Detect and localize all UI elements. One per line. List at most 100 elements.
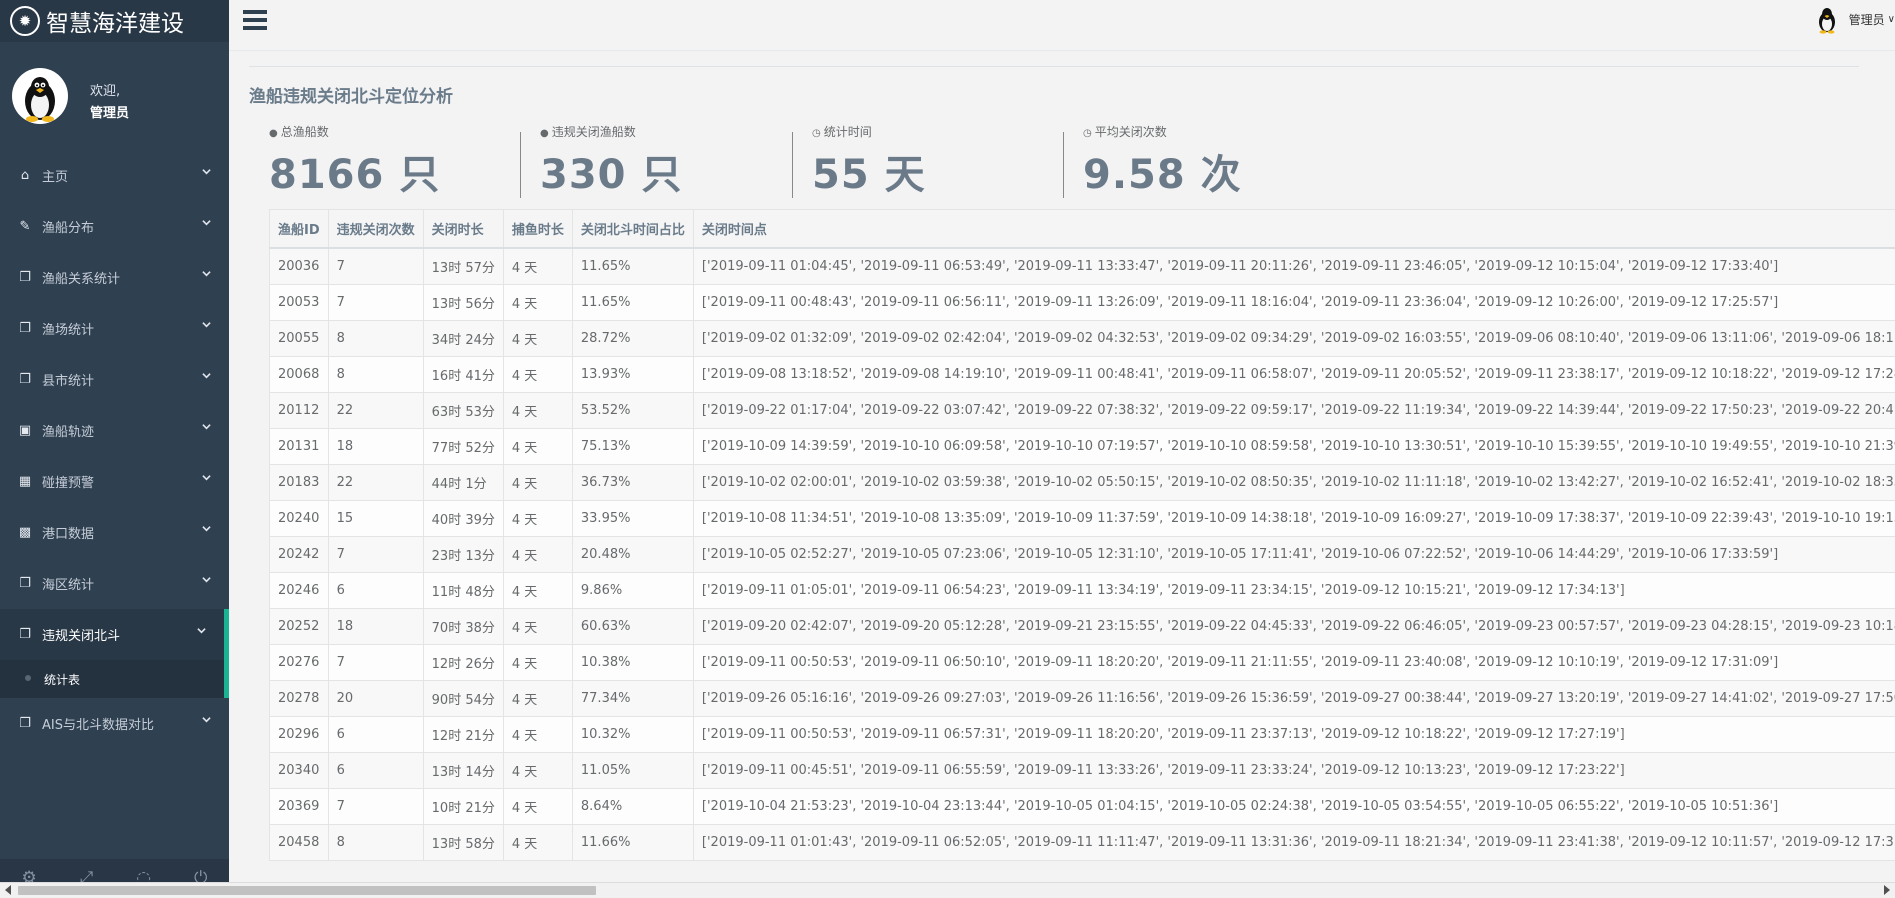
sidebar-item-5[interactable]: ▣渔船轨迹	[0, 405, 229, 456]
table-row[interactable]: 202521870时 38分4 天60.63%['2019-09-20 02:4…	[270, 608, 1895, 644]
stat-divider	[1063, 132, 1064, 198]
avatar[interactable]	[12, 68, 68, 124]
column-header[interactable]: 捕鱼时长	[503, 210, 572, 249]
sidebar-item-7[interactable]: ▩港口数据	[0, 507, 229, 558]
horizontal-scrollbar[interactable]	[0, 882, 1895, 898]
cell-closure-count: 6	[328, 716, 423, 752]
user-menu[interactable]: 管理员 ∨	[1813, 4, 1895, 34]
profile-username[interactable]: 管理员	[90, 102, 129, 121]
sidebar-item-10[interactable]: ❐AIS与北斗数据对比	[0, 698, 229, 749]
table-header-row: 渔船ID 违规关闭次数 关闭时长 捕鱼时长 关闭北斗时间占比 关闭时间点	[270, 210, 1895, 249]
cell-closed-ratio: 13.93%	[572, 356, 693, 392]
cell-closed-duration: 77时 52分	[423, 428, 503, 464]
cell-closed-duration: 12时 21分	[423, 716, 503, 752]
cell-closure-times: ['2019-09-02 01:32:09', '2019-09-02 02:4…	[693, 320, 1895, 356]
cell-closed-ratio: 60.63%	[572, 608, 693, 644]
cell-closed-duration: 16时 41分	[423, 356, 503, 392]
column-header[interactable]: 关闭北斗时间占比	[572, 210, 693, 249]
stat-total-vessels: ●总渔船数 8166 只	[269, 123, 440, 200]
scroll-right-icon[interactable]	[1884, 885, 1890, 895]
cell-closed-duration: 44时 1分	[423, 464, 503, 500]
column-header[interactable]: 关闭时间点	[693, 210, 1895, 249]
cell-closed-duration: 90时 54分	[423, 680, 503, 716]
brand-header[interactable]: ✹ 智慧海洋建设	[0, 0, 229, 42]
stat-label: 平均关闭次数	[1095, 125, 1167, 139]
cell-closed-ratio: 20.48%	[572, 536, 693, 572]
table-row[interactable]: 20369710时 21分4 天8.64%['2019-10-04 21:53:…	[270, 788, 1895, 824]
table-row[interactable]: 20068816时 41分4 天13.93%['2019-09-08 13:18…	[270, 356, 1895, 392]
cell-closure-count: 6	[328, 752, 423, 788]
stat-avg-closures: ◷平均关闭次数 9.58 次	[1083, 123, 1242, 200]
penguin-icon	[12, 68, 68, 124]
sidebar-subitem-stats-table[interactable]: 统计表	[0, 660, 229, 698]
cell-fishing-duration: 4 天	[503, 572, 572, 608]
cell-fishing-duration: 4 天	[503, 392, 572, 428]
chevron-down-icon	[202, 371, 211, 380]
table-row[interactable]: 202401540时 39分4 天33.95%['2019-10-08 11:3…	[270, 500, 1895, 536]
cell-closed-duration: 13时 56分	[423, 284, 503, 320]
sidebar-item-2[interactable]: ❐渔船关系统计	[0, 252, 229, 303]
column-header[interactable]: 关闭时长	[423, 210, 503, 249]
sidebar-item-8[interactable]: ❐ 海区统计	[0, 558, 229, 609]
cell-closure-count: 7	[328, 284, 423, 320]
cell-closed-ratio: 11.05%	[572, 752, 693, 788]
sidebar-item-1[interactable]: ✎渔船分布	[0, 201, 229, 252]
copy-icon: ❐	[14, 576, 36, 591]
cell-closure-count: 18	[328, 428, 423, 464]
column-header[interactable]: 渔船ID	[270, 210, 329, 249]
violation-table: 渔船ID 违规关闭次数 关闭时长 捕鱼时长 关闭北斗时间占比 关闭时间点 200…	[269, 209, 1895, 861]
chevron-down-icon	[202, 167, 211, 176]
user-icon: ●	[269, 128, 278, 139]
table-row[interactable]: 20055834时 24分4 天28.72%['2019-09-02 01:32…	[270, 320, 1895, 356]
scrollbar-thumb[interactable]	[18, 886, 596, 895]
hamburger-menu-icon[interactable]	[243, 10, 267, 32]
table-row[interactable]: 20276712时 26分4 天10.38%['2019-09-11 00:50…	[270, 644, 1895, 680]
table-row[interactable]: 201311877时 52分4 天75.13%['2019-10-09 14:3…	[270, 428, 1895, 464]
sidebar-item-label: 海区统计	[42, 574, 94, 593]
cell-closure-count: 15	[328, 500, 423, 536]
table-body: 20036713时 57分4 天11.65%['2019-09-11 01:04…	[270, 248, 1895, 860]
copy-icon: ❐	[14, 716, 36, 731]
chevron-down-icon: ∨	[1888, 14, 1895, 25]
sidebar-item-6[interactable]: ▦碰撞预警	[0, 456, 229, 507]
table-row[interactable]: 20242723时 13分4 天20.48%['2019-10-05 02:52…	[270, 536, 1895, 572]
table-row[interactable]: 20340613时 14分4 天11.05%['2019-09-11 00:45…	[270, 752, 1895, 788]
table-row[interactable]: 201122263时 53分4 天53.52%['2019-09-22 01:1…	[270, 392, 1895, 428]
table-row[interactable]: 202782090时 54分4 天77.34%['2019-09-26 05:1…	[270, 680, 1895, 716]
cell-closed-duration: 23时 13分	[423, 536, 503, 572]
sidebar-item-4[interactable]: ❐县市统计	[0, 354, 229, 405]
scroll-left-icon[interactable]	[5, 885, 11, 895]
cell-closure-count: 8	[328, 824, 423, 860]
cell-closed-ratio: 53.52%	[572, 392, 693, 428]
table-row[interactable]: 20036713时 57分4 天11.65%['2019-09-11 01:04…	[270, 248, 1895, 284]
cell-closed-duration: 13时 14分	[423, 752, 503, 788]
cell-vessel-id: 20112	[270, 392, 329, 428]
chevron-down-icon	[202, 218, 211, 227]
table-row[interactable]: 201832244时 1分4 天36.73%['2019-10-02 02:00…	[270, 464, 1895, 500]
sidebar-item-0[interactable]: ⌂主页	[0, 150, 229, 201]
table-row[interactable]: 20053713时 56分4 天11.65%['2019-09-11 00:48…	[270, 284, 1895, 320]
column-header[interactable]: 违规关闭次数	[328, 210, 423, 249]
table-row[interactable]: 20296612时 21分4 天10.32%['2019-09-11 00:50…	[270, 716, 1895, 752]
cell-fishing-duration: 4 天	[503, 248, 572, 284]
stat-label: 违规关闭渔船数	[552, 125, 636, 139]
chevron-down-icon	[202, 715, 211, 724]
table-row[interactable]: 20458813时 58分4 天11.66%['2019-09-11 01:01…	[270, 824, 1895, 860]
cell-closure-count: 6	[328, 572, 423, 608]
cell-closure-times: ['2019-10-08 11:34:51', '2019-10-08 13:3…	[693, 500, 1895, 536]
main-content: 渔船违规关闭北斗定位分析 ●总渔船数 8166 只 ●违规关闭渔船数 330 只…	[229, 50, 1895, 882]
sidebar-item-label: 渔船轨迹	[42, 421, 94, 440]
penguin-icon	[1813, 4, 1841, 34]
cell-closed-ratio: 9.86%	[572, 572, 693, 608]
table-row[interactable]: 20246611时 48分4 天9.86%['2019-09-11 01:05:…	[270, 572, 1895, 608]
cell-closure-count: 7	[328, 788, 423, 824]
sidebar-item-9[interactable]: ❐违规关闭北斗	[0, 609, 229, 660]
sidebar: ✹ 智慧海洋建设 欢迎, 管理员 ⌂主页✎渔船分布❐渔船关系统计❐渔场统计❐县市…	[0, 0, 229, 897]
cell-closure-times: ['2019-09-26 05:16:16', '2019-09-26 09:2…	[693, 680, 1895, 716]
cell-vessel-id: 20055	[270, 320, 329, 356]
sidebar-item-label: 港口数据	[42, 523, 94, 542]
welcome-text: 欢迎,	[90, 80, 120, 99]
cell-vessel-id: 20246	[270, 572, 329, 608]
cell-closure-times: ['2019-09-11 01:01:43', '2019-09-11 06:5…	[693, 824, 1895, 860]
sidebar-item-3[interactable]: ❐渔场统计	[0, 303, 229, 354]
